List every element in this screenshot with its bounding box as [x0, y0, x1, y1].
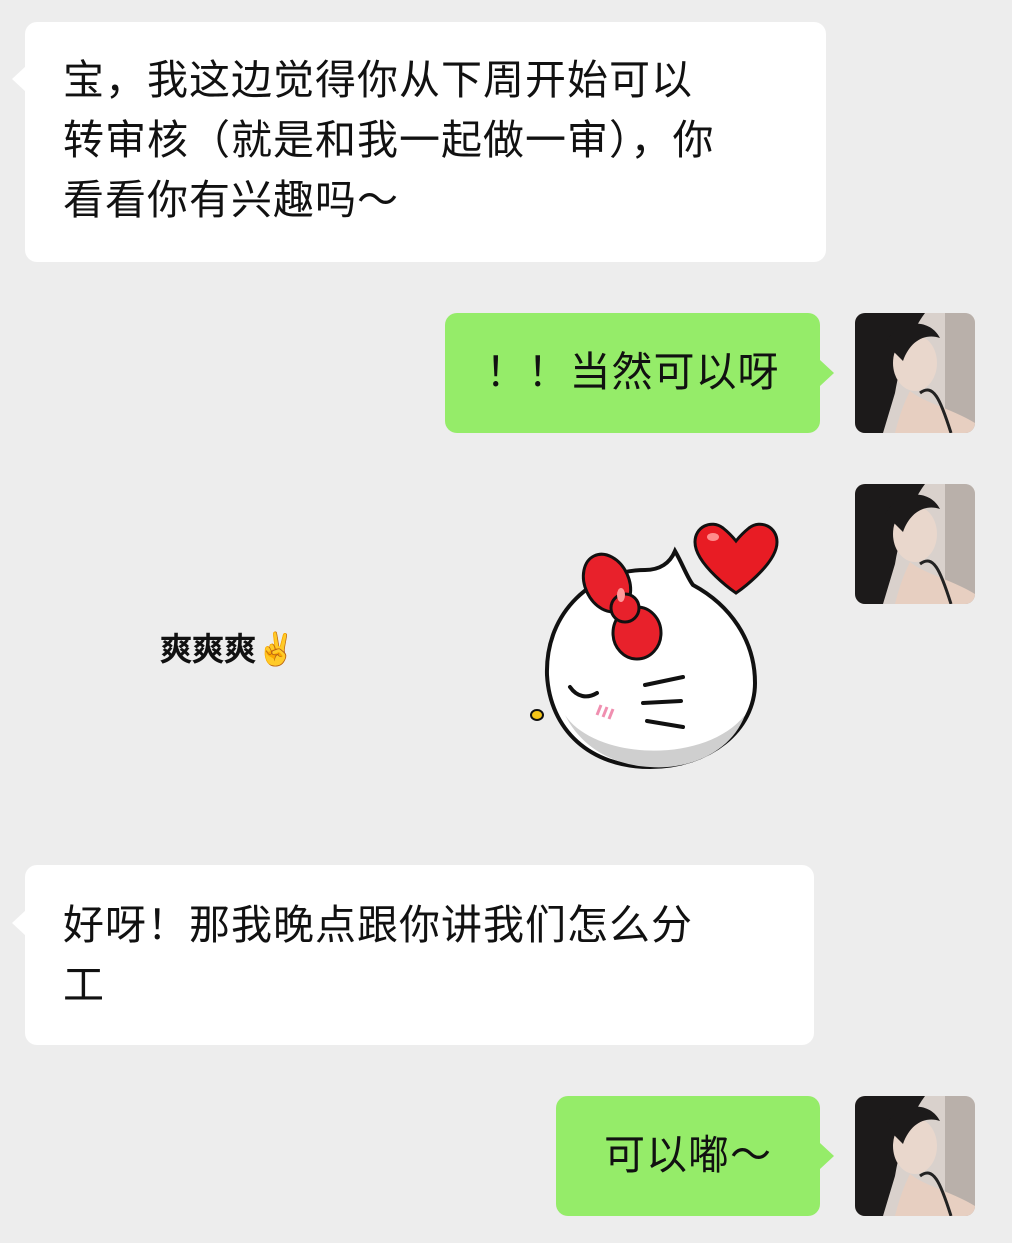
message-text-line: 看看你有兴趣吗～ — [63, 176, 399, 224]
message-text-line: 转审核（就是和我一起做一审），你 — [63, 116, 715, 164]
message-text-line: 好呀！那我晚点跟你讲我们怎么分 — [63, 901, 693, 949]
incoming-bubble-tail — [12, 66, 26, 92]
sticker-caption: 爽爽爽✌️ — [160, 630, 296, 668]
user-avatar[interactable] — [855, 313, 975, 433]
outgoing-bubble-tail — [820, 1143, 834, 1169]
user-avatar[interactable] — [855, 484, 975, 604]
message-bubble-outgoing[interactable]: ！！当然可以呀 — [445, 313, 820, 433]
hello-kitty-sticker-icon — [530, 522, 779, 770]
outgoing-bubble-tail — [820, 360, 834, 386]
message-bubble-incoming[interactable]: 好呀！那我晚点跟你讲我们怎么分 工 — [25, 865, 814, 1045]
avatar-photo-icon — [855, 484, 975, 604]
user-avatar[interactable] — [855, 1096, 975, 1216]
message-bubble-incoming[interactable]: 宝，我这边觉得你从下周开始可以 转审核（就是和我一起做一审），你 看看你有兴趣吗… — [25, 22, 826, 262]
avatar-photo-icon — [855, 1096, 975, 1216]
message-text: ！！当然可以呀 — [485, 348, 780, 396]
hello-kitty-heart-sticker[interactable] — [525, 515, 785, 775]
message-text-line: 宝，我这边觉得你从下周开始可以 — [63, 56, 693, 104]
message-bubble-outgoing[interactable]: 可以嘟～ — [556, 1096, 820, 1216]
incoming-bubble-tail — [12, 910, 26, 936]
avatar-photo-icon — [855, 313, 975, 433]
message-text: 可以嘟～ — [604, 1131, 772, 1179]
message-text-line: 工 — [63, 961, 105, 1009]
